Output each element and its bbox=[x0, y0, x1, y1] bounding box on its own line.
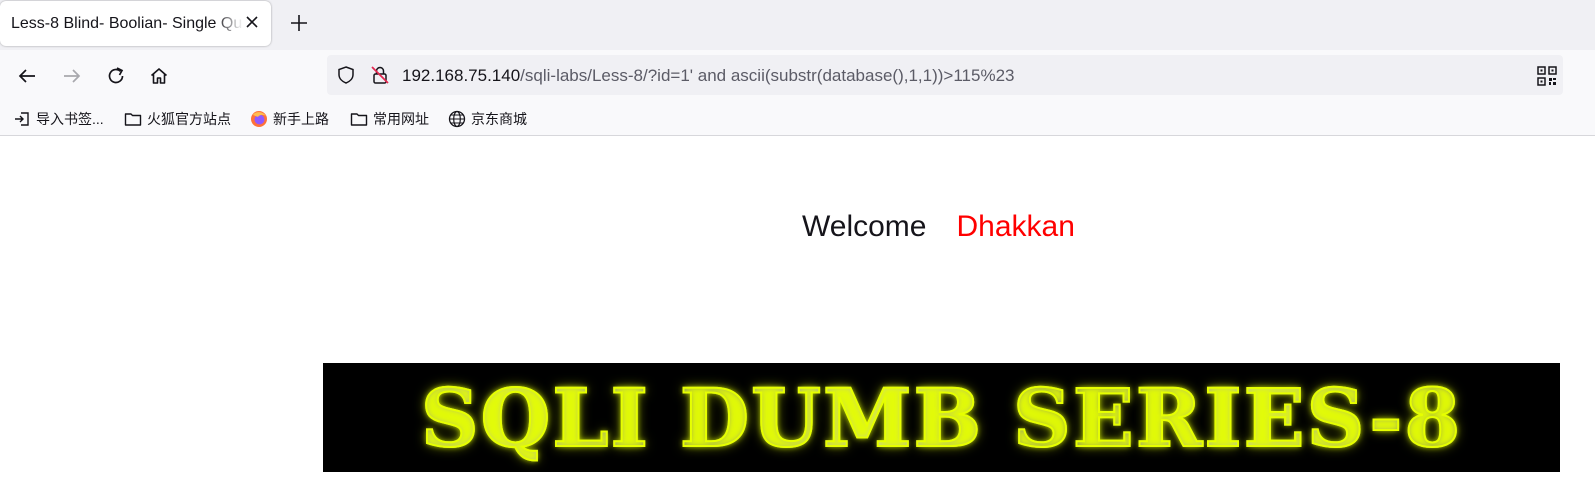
series-banner-image: SQLI DUMB SERIES-8 bbox=[323, 363, 1560, 472]
shield-icon[interactable] bbox=[336, 65, 356, 90]
bookmark-item-jd[interactable]: 京东商城 bbox=[448, 109, 527, 129]
bookmark-label: 常用网址 bbox=[373, 111, 429, 127]
bookmark-item-firefox-site[interactable]: 火狐官方站点 bbox=[124, 109, 231, 129]
forward-arrow-icon[interactable] bbox=[60, 64, 84, 88]
bookmark-label: 新手上路 bbox=[273, 111, 329, 127]
nav-toolbar: 192.168.75.140/sqli-labs/Less-8/?id=1' a… bbox=[0, 50, 1595, 102]
url-text[interactable]: 192.168.75.140/sqli-labs/Less-8/?id=1' a… bbox=[402, 66, 1014, 86]
folder-icon bbox=[124, 113, 142, 126]
bookmark-label: 火狐官方站点 bbox=[147, 111, 231, 127]
welcome-label: Welcome bbox=[802, 210, 927, 243]
url-host: 192.168.75.140 bbox=[402, 66, 521, 85]
tab-title: Less-8 Blind- Boolian- Single Quotes- St… bbox=[11, 15, 243, 32]
firefox-icon bbox=[251, 111, 267, 127]
bookmarks-bar: 导入书签... 火狐官方站点 新手上路 常用网址 京东商城 bbox=[0, 102, 1595, 136]
reload-icon[interactable] bbox=[104, 64, 128, 88]
tab-active[interactable]: Less-8 Blind- Boolian- Single Quotes- St… bbox=[0, 1, 271, 46]
bookmark-label: 京东商城 bbox=[471, 111, 527, 127]
back-arrow-icon[interactable] bbox=[15, 64, 39, 88]
bookmark-item-getting-started[interactable]: 新手上路 bbox=[250, 109, 329, 129]
import-icon bbox=[15, 112, 29, 126]
folder-icon bbox=[350, 113, 368, 126]
bookmark-label: 导入书签... bbox=[36, 111, 104, 127]
banner-text: SQLI DUMB SERIES-8 bbox=[323, 363, 1560, 472]
url-path: /sqli-labs/Less-8/?id=1' and ascii(subst… bbox=[520, 66, 1015, 85]
bookmark-item-common-sites[interactable]: 常用网址 bbox=[350, 109, 429, 129]
close-icon[interactable] bbox=[243, 14, 261, 32]
home-icon[interactable] bbox=[147, 64, 171, 88]
tab-strip: Less-8 Blind- Boolian- Single Quotes- St… bbox=[0, 0, 1595, 50]
plus-icon[interactable] bbox=[286, 11, 312, 37]
url-bar[interactable]: 192.168.75.140/sqli-labs/Less-8/?id=1' a… bbox=[327, 55, 1563, 95]
bookmark-item-import[interactable]: 导入书签... bbox=[13, 109, 104, 129]
insecure-lock-icon[interactable] bbox=[370, 65, 390, 90]
globe-icon bbox=[448, 110, 466, 128]
qr-code-icon[interactable] bbox=[1537, 66, 1557, 86]
welcome-message: Welcome Dhakkan bbox=[802, 210, 1075, 244]
username: Dhakkan bbox=[956, 210, 1075, 243]
